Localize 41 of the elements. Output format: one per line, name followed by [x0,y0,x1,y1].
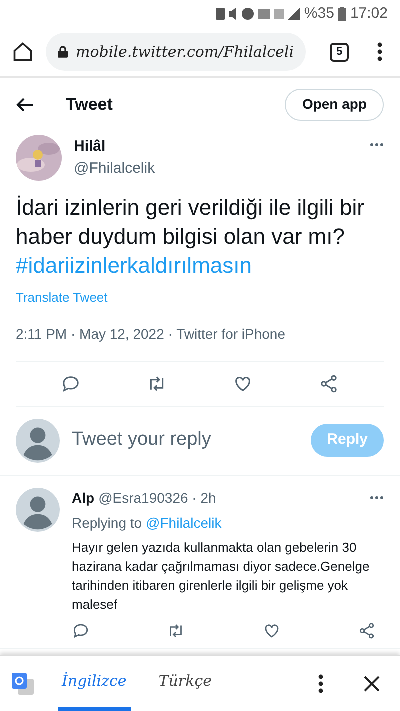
lock-icon [58,45,68,59]
more-icon[interactable] [370,496,384,500]
url-bar[interactable]: mobile.twitter.com/Fhilalceli [46,33,306,71]
tweet-text: İdari izinlerin geri verildiği ile ilgili bir haber duydum bilgisi olan var mı? [16,194,366,251]
tab-count-button[interactable]: 5 [330,42,349,62]
reply-text: Hayır gelen yazıda kullanmakta olan gebelerin 30 hazirana kadar çağrılmaması diyor sadece.Genelge tarihinden itibaren girenlerle ilgili bir gelişme yok malesef [72,538,371,614]
clock: 17:02 [350,4,388,24]
close-icon[interactable] [364,676,380,692]
share-icon[interactable] [358,622,376,640]
language-tab[interactable]: İngilizce [58,656,131,711]
menu-icon[interactable] [377,42,383,62]
reply-icon[interactable] [61,374,81,394]
battery-icon [338,7,346,21]
avatar [16,418,60,462]
battery-percent: %35 [304,4,334,24]
author-handle: @Fhilalcelik [74,159,156,179]
url-text: mobile.twitter.com/Fhilalceli [76,42,294,63]
avatar [16,488,60,532]
home-icon[interactable] [12,41,34,63]
menu-icon[interactable] [318,674,324,694]
heart-icon[interactable] [262,622,281,640]
share-icon[interactable] [319,374,339,394]
translate-link[interactable]: Translate Tweet [16,288,384,308]
reply-author-name: Alp [72,488,95,508]
more-icon[interactable] [370,143,384,147]
translate-icon[interactable] [12,672,34,694]
signal-icon [288,8,300,20]
avatar [16,135,62,181]
mute-icon [229,8,238,20]
language-tab[interactable]: Türkçe [154,656,216,711]
alarm-icon [242,8,254,20]
reply-icon[interactable] [72,622,90,640]
hashtag-link[interactable]: #idariizinlerkaldırılmasın [16,251,384,280]
page-title: Tweet [66,94,113,116]
author-name: Hilâl [74,136,107,156]
replying-label: Replying to [72,514,142,533]
back-arrow-icon[interactable] [16,96,34,112]
tweet-meta: 2:11 PM · May 12, 2022 · Twitter for iPhone [16,324,384,362]
open-app-button[interactable]: Open app [285,88,384,120]
mention-link[interactable]: @Fhilalcelik [146,512,222,534]
reply-author-handle: @Esra190326 · 2h [98,488,216,508]
